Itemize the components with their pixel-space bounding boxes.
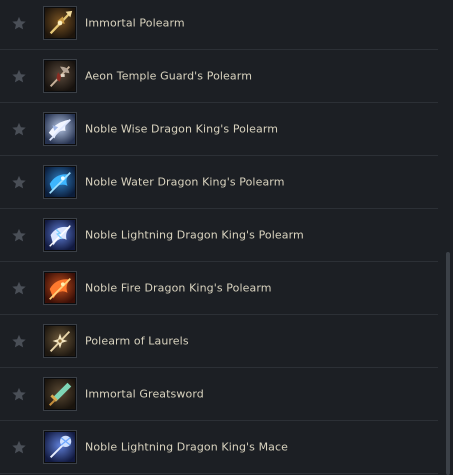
favorite-star-icon[interactable] — [10, 439, 27, 456]
item-name: Noble Fire Dragon King's Polearm — [85, 281, 272, 295]
favorite-star-icon[interactable] — [10, 280, 27, 297]
favorite-star-icon[interactable] — [10, 174, 27, 191]
favorite-star-icon[interactable] — [10, 386, 27, 403]
list-item[interactable]: Noble Fire Dragon King's Polearm — [0, 262, 438, 315]
favorite-star-icon[interactable] — [10, 68, 27, 85]
item-name: Immortal Polearm — [85, 16, 185, 30]
item-name: Aeon Temple Guard's Polearm — [85, 69, 253, 83]
item-name: Noble Lightning Dragon King's Polearm — [85, 228, 304, 242]
item-name: Polearm of Laurels — [85, 334, 189, 348]
favorite-star-icon[interactable] — [10, 333, 27, 350]
dark-axe-polearm-icon — [44, 60, 76, 92]
favorite-star-icon[interactable] — [10, 121, 27, 138]
laurel-polearm-icon — [44, 325, 76, 357]
list-item[interactable]: Immortal Polearm — [0, 0, 438, 50]
item-name: Noble Lightning Dragon King's Mace — [85, 440, 289, 454]
item-list: Immortal Polearm Aeon Temple Guard's Pol… — [0, 0, 438, 474]
item-name: Noble Wise Dragon King's Polearm — [85, 122, 279, 136]
lightning-dragon-mace-icon — [44, 431, 76, 463]
item-list-panel: Immortal Polearm Aeon Temple Guard's Pol… — [0, 0, 453, 475]
lightning-dragon-polearm-icon — [44, 219, 76, 251]
list-item[interactable]: Noble Lightning Dragon King's Polearm — [0, 209, 438, 262]
list-item[interactable]: Noble Water Dragon King's Polearm — [0, 156, 438, 209]
list-item[interactable]: Aeon Temple Guard's Polearm — [0, 50, 438, 103]
fire-dragon-polearm-icon — [44, 272, 76, 304]
scrollbar-thumb[interactable] — [446, 252, 450, 475]
scrollbar-track[interactable] — [443, 0, 453, 475]
favorite-star-icon[interactable] — [10, 15, 27, 32]
favorite-star-icon[interactable] — [10, 227, 27, 244]
list-item[interactable]: Noble Lightning Dragon King's Mace — [0, 421, 438, 474]
list-item[interactable]: Noble Wise Dragon King's Polearm — [0, 103, 438, 156]
water-dragon-polearm-icon — [44, 166, 76, 198]
item-name: Noble Water Dragon King's Polearm — [85, 175, 285, 189]
list-item[interactable]: Immortal Greatsword — [0, 368, 438, 421]
golden-polearm-icon — [44, 7, 76, 39]
jade-greatsword-icon — [44, 378, 76, 410]
list-item[interactable]: Polearm of Laurels — [0, 315, 438, 368]
white-dragon-polearm-icon — [44, 113, 76, 145]
item-name: Immortal Greatsword — [85, 387, 204, 401]
